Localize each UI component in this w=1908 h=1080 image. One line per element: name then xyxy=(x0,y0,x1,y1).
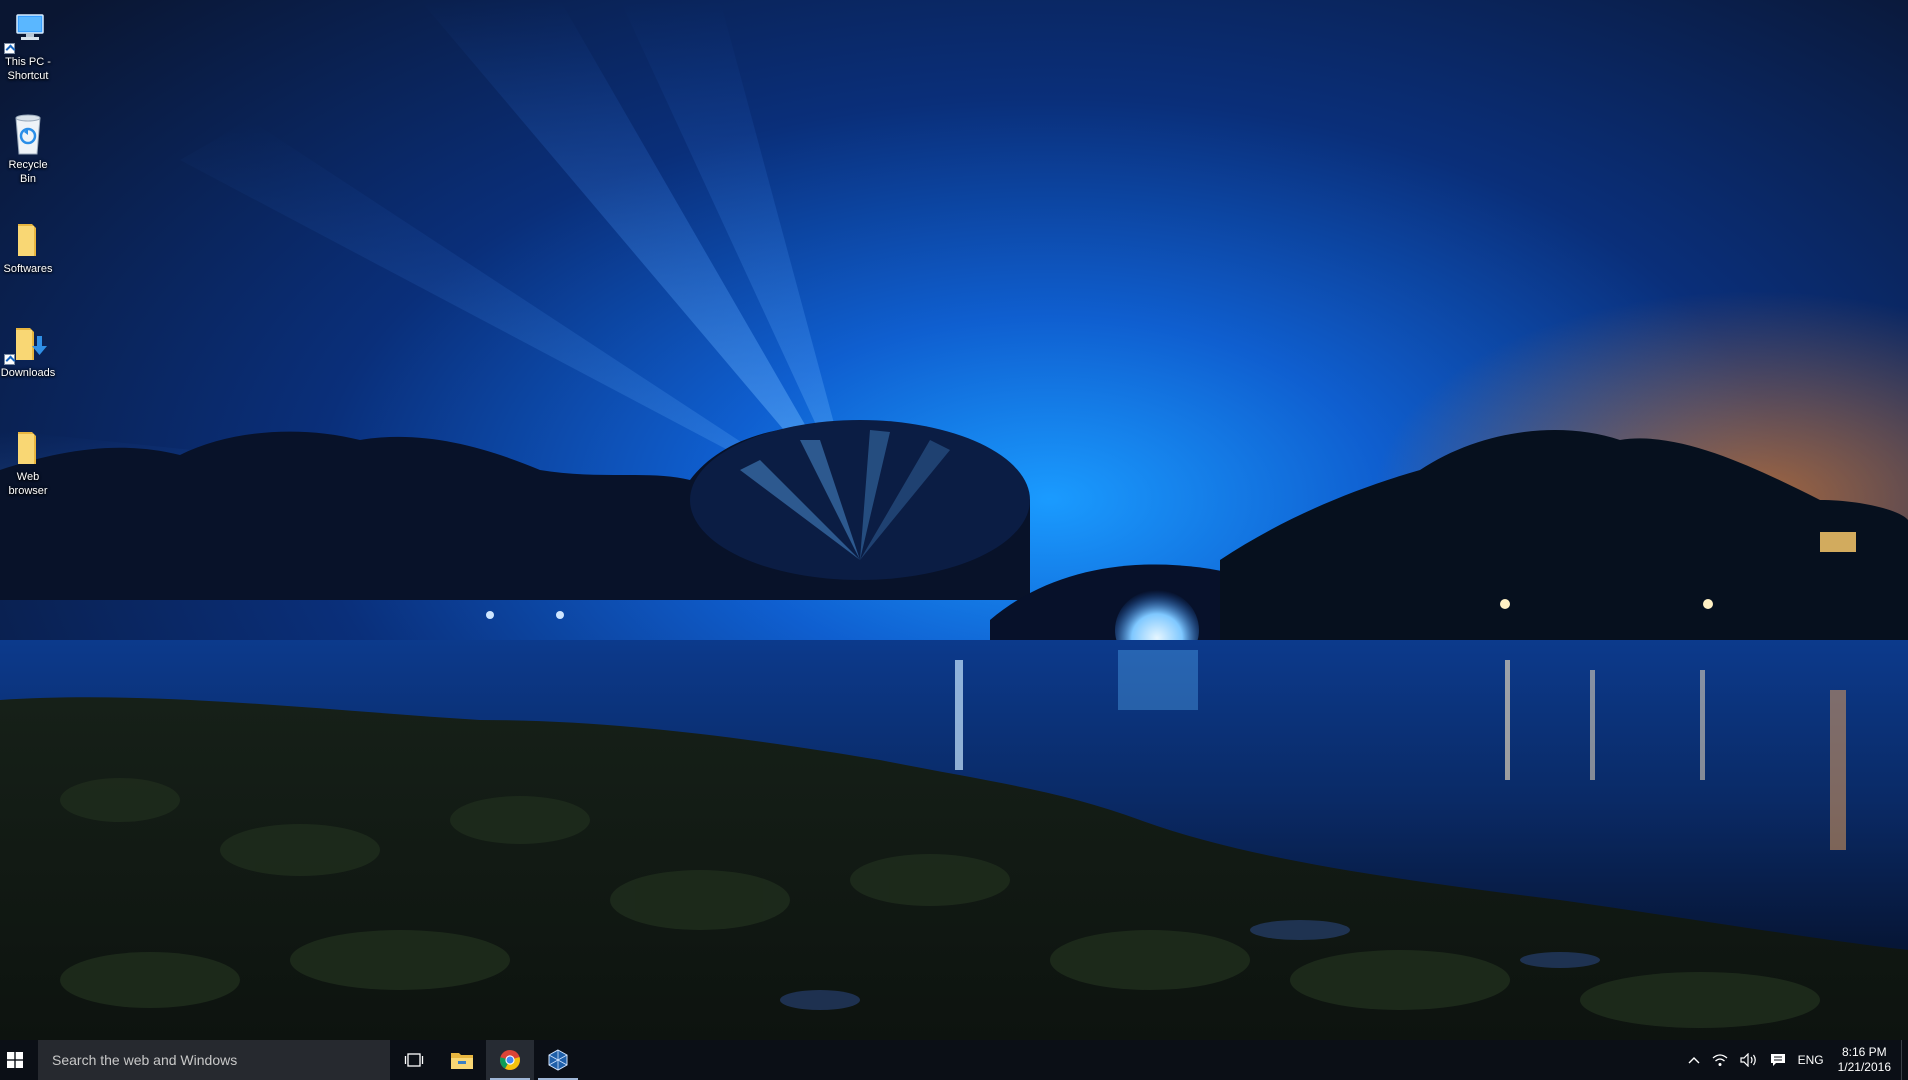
chrome-icon xyxy=(500,1050,520,1070)
search-input[interactable] xyxy=(50,1051,374,1069)
start-button[interactable] xyxy=(0,1040,30,1080)
desktop-icon-label: Recycle Bin xyxy=(8,159,48,185)
desktop-icon-downloads[interactable]: Downloads xyxy=(0,319,56,380)
network-icon xyxy=(1712,1054,1728,1066)
desktop-icon-softwares[interactable]: Softwares xyxy=(0,215,56,276)
virtualbox-button[interactable] xyxy=(534,1040,582,1080)
windows-logo-icon xyxy=(7,1052,23,1068)
search-box[interactable] xyxy=(38,1040,390,1080)
chevron-up-icon xyxy=(1688,1057,1700,1064)
task-view-button[interactable] xyxy=(390,1040,438,1080)
show-desktop-button[interactable] xyxy=(1901,1040,1908,1080)
action-center-button[interactable] xyxy=(1764,1040,1792,1080)
folder-icon xyxy=(0,423,56,469)
taskbar: ENG 8:16 PM 1/21/2016 xyxy=(0,1040,1908,1080)
downloads-folder-icon xyxy=(0,319,56,365)
folder-icon xyxy=(0,215,56,261)
desktop-icon-label: This PC - Shortcut xyxy=(5,56,51,82)
speaker-icon xyxy=(1739,1053,1756,1067)
folder-icon xyxy=(451,1053,473,1069)
clock[interactable]: 8:16 PM 1/21/2016 xyxy=(1830,1040,1901,1080)
volume-button[interactable] xyxy=(1734,1040,1764,1080)
desktop-icon-label: Downloads xyxy=(0,367,56,379)
computer-icon xyxy=(0,8,56,54)
clock-date: 1/21/2016 xyxy=(1837,1060,1891,1074)
file-explorer-button[interactable] xyxy=(438,1040,486,1080)
desktop-icon-label: Web browser xyxy=(8,471,48,497)
network-button[interactable] xyxy=(1706,1040,1734,1080)
language-indicator[interactable]: ENG xyxy=(1792,1040,1830,1080)
desktop-icon-this-pc[interactable]: This PC - Shortcut xyxy=(0,8,56,83)
desktop-icon-recycle-bin[interactable]: Recycle Bin xyxy=(0,111,56,186)
notification-icon xyxy=(1770,1054,1785,1066)
desktop-icon-label: Softwares xyxy=(3,263,53,275)
virtualbox-icon xyxy=(548,1049,568,1071)
clock-time: 8:16 PM xyxy=(1841,1045,1887,1059)
recycle-bin-icon xyxy=(0,111,56,157)
desktop-icon-web-browser[interactable]: Web browser xyxy=(0,423,56,498)
task-view-icon xyxy=(404,1053,424,1067)
system-tray: ENG 8:16 PM 1/21/2016 xyxy=(1682,1040,1908,1080)
show-hidden-icons-button[interactable] xyxy=(1682,1040,1706,1080)
chrome-button[interactable] xyxy=(486,1040,534,1080)
desktop-wallpaper xyxy=(0,0,1908,1040)
